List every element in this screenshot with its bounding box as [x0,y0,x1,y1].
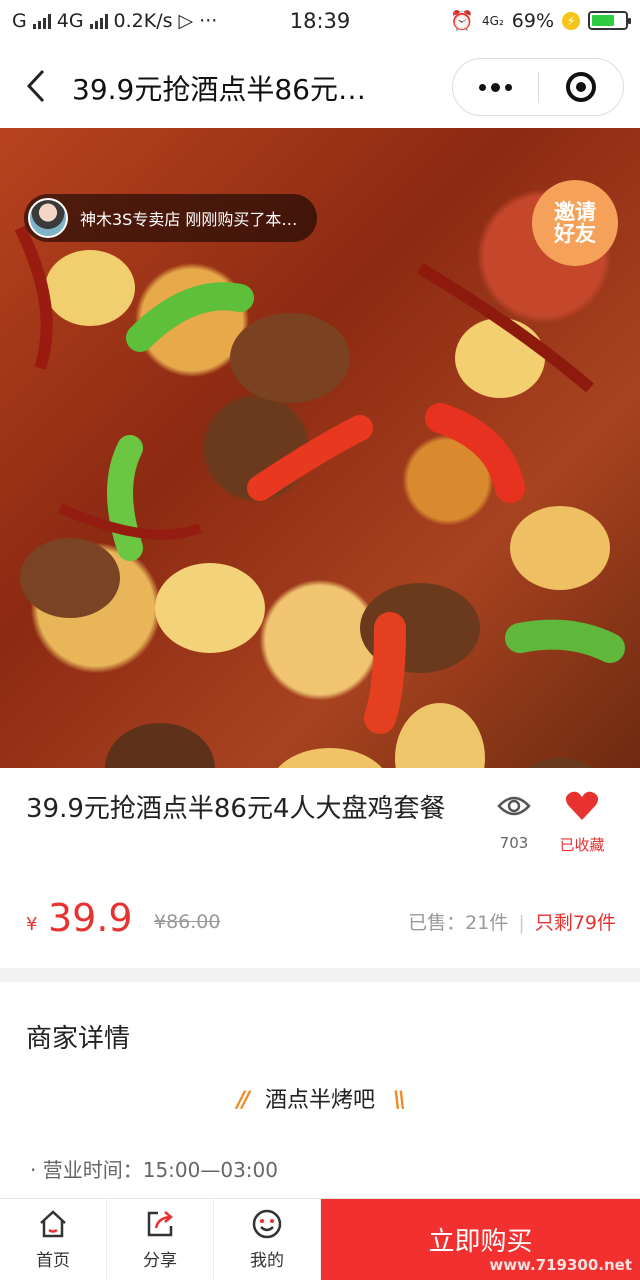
invite-friends-button[interactable]: 邀请 好友 [532,180,618,266]
tab-share[interactable]: 分享 [107,1199,214,1280]
original-price: ¥86.00 [154,911,221,933]
currency-symbol: ¥ [26,914,38,935]
eye-icon [497,796,531,816]
target-icon [565,72,596,102]
tab-home-label: 首页 [36,1251,70,1271]
shop-name-row: // 酒点半烤吧 \\ [0,1082,640,1114]
view-count: 703 [494,792,534,852]
product-info: 39.9元抢酒点半86元4人大盘鸡套餐 703 已收藏 ¥ 39.9 ¥86.0… [0,768,640,968]
merchant-section: 商家详情 // 酒点半烤吧 \\ · 营业时间：15:00—03:00 [0,982,640,1202]
chevron-left-icon [26,69,45,103]
business-hours: · 营业时间：15:00—03:00 [30,1158,278,1182]
heart-icon [565,791,599,820]
close-button[interactable] [539,59,624,115]
status-right: ⏰ 4G₂ 69% ⚡ [450,9,631,32]
charging-icon: ⚡ [562,11,580,30]
smile-icon [252,1209,282,1239]
watermark: www.719300.net [489,1256,632,1274]
network-type: 4G₂ [482,13,504,28]
tab-home[interactable]: 首页 [0,1199,107,1280]
price-row: ¥ 39.9 ¥86.00 已售：21件 | 只剩79件 [26,896,616,946]
status-bar: G 4G 0.2K/s ▷ ··· 18:39 ⏰ 4G₂ 69% ⚡ [0,0,640,44]
ticker-text: 神木3S专卖店 刚刚购买了本… [80,210,298,229]
view-count-number: 703 [499,834,529,852]
sold-count: 已售：21件 [408,912,509,934]
home-icon [40,1210,66,1238]
tab-mine[interactable]: 我的 [214,1199,321,1280]
favorite-button[interactable]: 已收藏 [552,790,612,855]
stock-info: 已售：21件 | 只剩79件 [408,908,616,935]
alarm-icon: ⏰ [450,10,475,32]
product-title: 39.9元抢酒点半86元4人大盘鸡套餐 [26,794,446,824]
current-price: 39.9 [48,896,133,940]
back-button[interactable] [18,64,54,108]
page-title: 39.9元抢酒点半86元… [72,73,366,106]
favorite-label: 已收藏 [559,836,605,854]
shop-name: 酒点半烤吧 [264,1088,375,1113]
section-divider [0,968,640,982]
product-image[interactable]: 神木3S专卖店 刚刚购买了本… 邀请 好友 [0,128,640,768]
avatar [28,198,68,238]
miniprogram-capsule [452,58,624,116]
invite-line-1: 邀请 [554,199,596,224]
stock-separator: | [518,912,525,934]
tab-mine-label: 我的 [250,1251,284,1271]
purchase-ticker: 神木3S专卖店 刚刚购买了本… [24,194,318,242]
battery-percent: 69% [511,9,554,32]
deco-right: \\ [393,1088,406,1113]
share-icon [147,1211,173,1237]
bottom-bar: 首页 分享 我的 立即购买 www.719300.net [0,1198,640,1280]
tab-share-label: 分享 [143,1251,177,1271]
remaining-count: 只剩79件 [534,912,616,934]
nav-bar: 39.9元抢酒点半86元… [0,44,640,128]
more-button[interactable] [453,59,538,115]
invite-line-2: 好友 [554,222,596,246]
deco-left: // [236,1088,250,1113]
section-title: 商家详情 [26,1024,131,1054]
battery-icon [588,11,631,30]
